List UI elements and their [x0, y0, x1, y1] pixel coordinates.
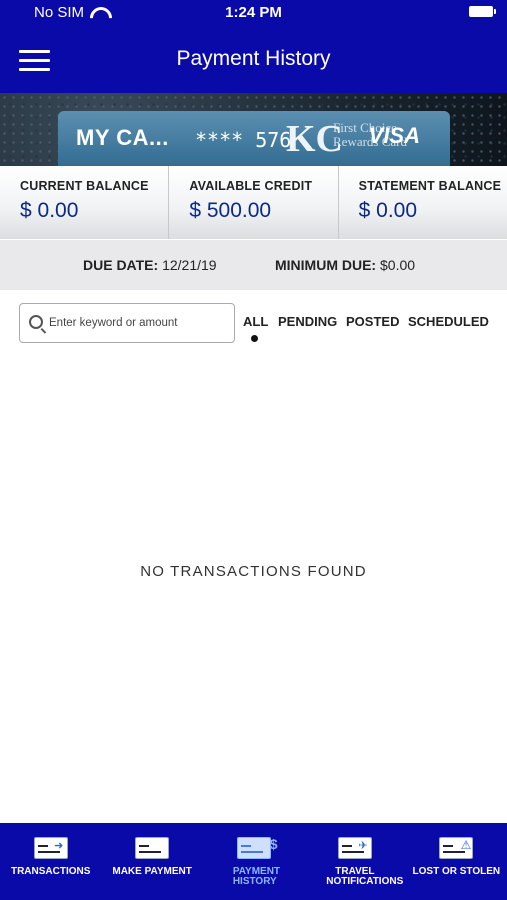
credit-card[interactable]: MY CA... **** 576 KC First Choice Reward…	[58, 111, 450, 166]
active-filter-indicator	[251, 335, 258, 342]
balance-value: $ 500.00	[189, 199, 272, 222]
card-icon	[135, 837, 170, 859]
due-date: DUE DATE: 12/21/19	[83, 257, 217, 273]
balance-value: $ 0.00	[20, 199, 79, 222]
tab-label: LOST OR STOLEN	[412, 866, 501, 877]
minimum-due-value: $0.00	[380, 257, 416, 273]
balance-label: CURRENT BALANCE	[20, 179, 149, 193]
balance-label: STATEMENT BALANCE	[358, 179, 502, 193]
search-box[interactable]	[19, 303, 235, 343]
app-screen: No SIM 1:24 PM Payment History MY CA... …	[0, 0, 507, 900]
status-bar: No SIM 1:24 PM	[0, 0, 507, 26]
filter-pending-tab[interactable]: PENDING	[278, 314, 337, 329]
search-input[interactable]	[49, 312, 229, 334]
tab-payment-history[interactable]: $ PAYMENT HISTORY	[203, 823, 304, 900]
card-logo: KC	[286, 118, 343, 160]
tab-lost-or-stolen[interactable]: ⚠ LOST OR STOLEN	[406, 823, 507, 900]
available-credit: AVAILABLE CREDIT $ 500.00	[168, 166, 337, 239]
statement-balance: STATEMENT BALANCE $ 0.00	[337, 166, 507, 239]
due-date-label: DUE DATE:	[83, 257, 159, 273]
bottom-tab-bar: ➜ TRANSACTIONS MAKE PAYMENT $ PAYMENT HI…	[0, 823, 507, 900]
card-network-logo: VISA	[368, 123, 420, 148]
due-info-strip: DUE DATE: 12/21/19 MINIMUM DUE: $0.00	[0, 240, 507, 290]
balance-value: $ 0.00	[358, 199, 418, 222]
card-nickname: MY CA...	[76, 125, 169, 150]
balance-label: AVAILABLE CREDIT	[189, 179, 313, 193]
card-banner: MY CA... **** 576 KC First Choice Reward…	[0, 93, 507, 166]
due-date-value: 12/21/19	[162, 257, 217, 273]
status-time: 1:24 PM	[225, 4, 282, 21]
tab-label: TRANSACTIONS	[10, 866, 91, 877]
empty-state-message: NO TRANSACTIONS FOUND	[140, 563, 367, 580]
balance-summary: CURRENT BALANCE $ 0.00 AVAILABLE CREDIT …	[0, 166, 507, 239]
filter-all-tab[interactable]: ALL	[243, 314, 268, 329]
tab-label: TRAVEL NOTIFICATIONS	[326, 866, 404, 887]
card-transfer-icon: ➜	[33, 837, 68, 859]
travel-card-icon: ✈	[337, 837, 372, 859]
card-warning-icon: ⚠	[439, 837, 474, 859]
tab-travel-notifications[interactable]: ✈ TRAVEL NOTIFICATIONS	[304, 823, 405, 900]
payment-history-icon: $	[236, 836, 278, 859]
tab-label: MAKE PAYMENT	[112, 866, 192, 877]
filter-posted-tab[interactable]: POSTED	[346, 314, 399, 329]
app-header: No SIM 1:24 PM Payment History	[0, 0, 507, 93]
current-balance: CURRENT BALANCE $ 0.00	[0, 166, 168, 239]
page-title: Payment History	[176, 47, 331, 70]
card-masked-number: **** 576	[195, 128, 292, 152]
minimum-due: MINIMUM DUE: $0.00	[275, 257, 415, 273]
tab-make-payment[interactable]: MAKE PAYMENT	[101, 823, 202, 900]
filter-scheduled-tab[interactable]: SCHEDULED	[408, 314, 489, 329]
search-icon	[29, 315, 43, 329]
tab-transactions[interactable]: ➜ TRANSACTIONS	[0, 823, 101, 900]
minimum-due-label: MINIMUM DUE:	[275, 257, 377, 273]
tab-label: PAYMENT HISTORY	[232, 866, 281, 887]
battery-icon	[469, 6, 496, 17]
